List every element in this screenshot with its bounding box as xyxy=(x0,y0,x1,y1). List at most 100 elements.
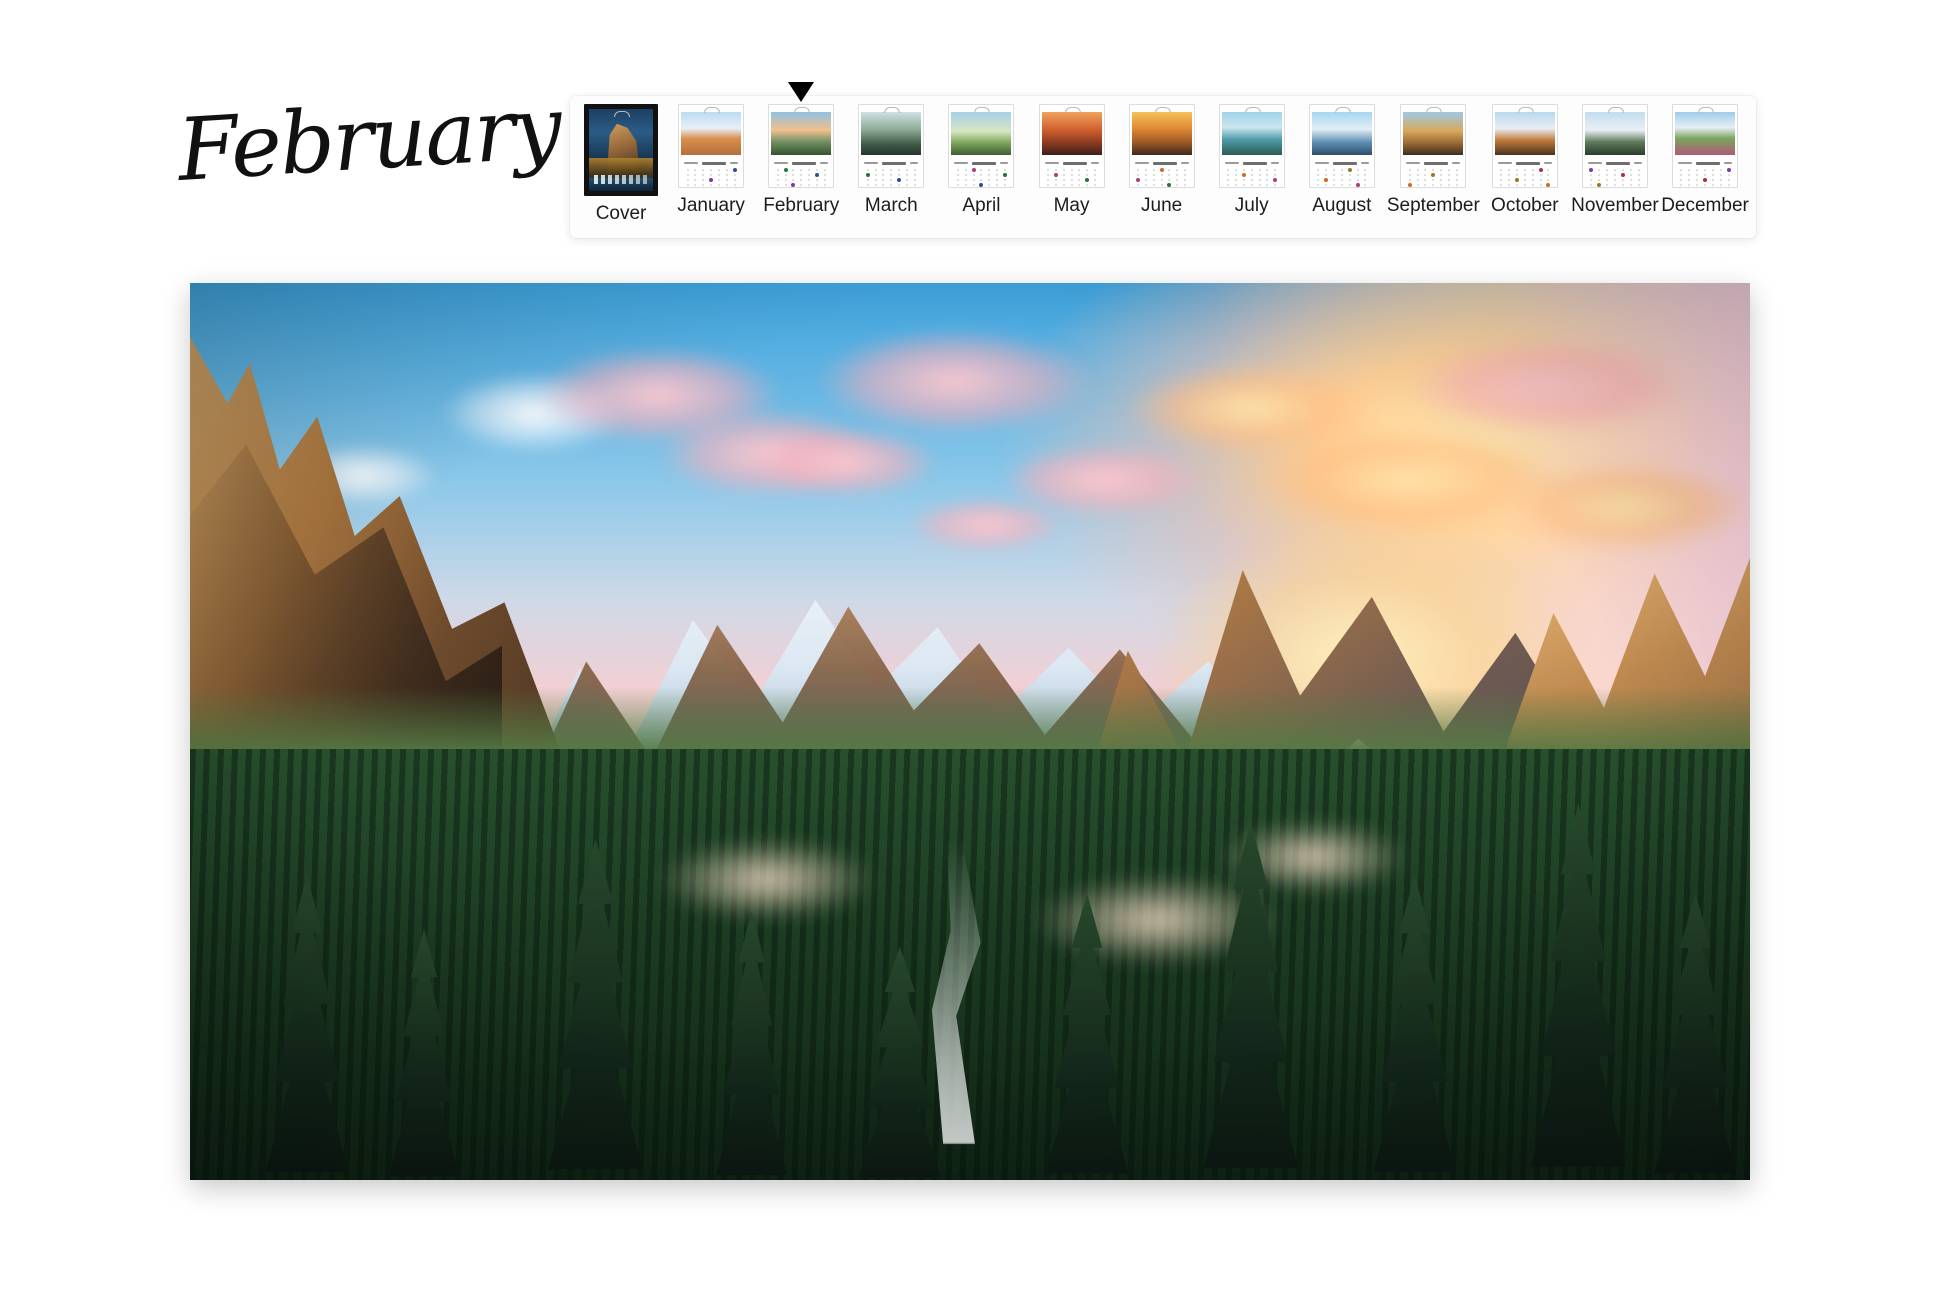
thumbnail-calendar-grid xyxy=(771,157,832,187)
thumbnail-calendar-grid xyxy=(1131,157,1192,187)
mini-day-cells xyxy=(1045,168,1099,187)
thumbnail-image xyxy=(1218,104,1285,188)
thumbnail-photo xyxy=(1494,112,1555,155)
thumbnail-may[interactable]: May xyxy=(1026,104,1116,238)
thumbnail-photo xyxy=(1131,112,1192,155)
mini-month-label xyxy=(954,162,969,164)
mini-year-label xyxy=(1724,162,1733,164)
thumbnail-label: August xyxy=(1312,195,1372,216)
mini-year-label xyxy=(820,162,829,164)
thumbnail-calendar-grid xyxy=(1041,157,1102,186)
mini-year-label xyxy=(1633,162,1642,164)
thumbnail-february[interactable]: February xyxy=(756,82,846,238)
thumbnail-label: January xyxy=(677,195,745,216)
thumbnail-cover[interactable]: Cover xyxy=(576,104,666,238)
mini-year-label xyxy=(730,162,739,164)
thumbnail-march[interactable]: March xyxy=(846,104,936,238)
thumbnail-image xyxy=(1308,104,1375,188)
mini-script-label xyxy=(1062,161,1087,165)
hero-image xyxy=(190,283,1750,1180)
thumbnail-calendar-grid xyxy=(861,157,922,186)
mini-month-label xyxy=(1406,162,1421,164)
hero-image-frame[interactable] xyxy=(190,283,1750,1180)
thumbnail-label: November xyxy=(1571,195,1659,216)
thumbnail-label: March xyxy=(864,195,918,216)
thumbnail-image xyxy=(1400,104,1467,188)
page-title: February xyxy=(174,77,563,201)
mini-year-label xyxy=(1543,162,1552,164)
cover-artwork xyxy=(589,109,654,191)
selection-pointer-icon xyxy=(788,82,815,102)
mini-month-label xyxy=(1134,162,1149,164)
thumbnail-april[interactable]: April xyxy=(936,104,1026,238)
mini-month-label xyxy=(864,162,879,164)
thumbnail-label: June xyxy=(1141,195,1183,216)
cover-signature-text xyxy=(594,174,648,184)
thumbnail-calendar-grid xyxy=(681,157,742,186)
cloud xyxy=(814,327,1095,436)
mini-day-cells xyxy=(1678,168,1732,187)
thumbnail-photo xyxy=(861,112,922,155)
thumbnail-august[interactable]: August xyxy=(1297,104,1387,238)
thumbnail-photo xyxy=(951,112,1012,155)
thumbnail-image xyxy=(768,104,835,188)
thumbnail-september[interactable]: September xyxy=(1387,104,1480,238)
thumbnail-label: October xyxy=(1491,195,1559,216)
mini-day-cells xyxy=(864,168,918,187)
thumbnail-july[interactable]: July xyxy=(1207,104,1297,238)
thumbnail-october[interactable]: October xyxy=(1480,104,1570,238)
thumbnail-image xyxy=(1038,104,1105,188)
mini-script-label xyxy=(1424,161,1449,165)
mini-script-label xyxy=(1152,161,1177,165)
thumbnail-photo xyxy=(681,112,742,155)
thumbnail-december[interactable]: December xyxy=(1660,104,1750,238)
thumbnail-label: February xyxy=(763,195,840,216)
mini-script-label xyxy=(882,161,907,165)
thumbnail-image xyxy=(584,104,659,196)
mini-month-label xyxy=(684,162,699,164)
thumbnail-photo xyxy=(1311,112,1372,155)
thumbnail-photo xyxy=(771,112,832,155)
mini-day-cells xyxy=(954,168,1008,187)
mini-month-label xyxy=(1224,162,1239,164)
mini-day-cells xyxy=(1315,168,1369,187)
mini-day-cells xyxy=(1225,168,1279,187)
mini-year-label xyxy=(910,162,919,164)
thumbnail-calendar-grid xyxy=(1494,157,1555,187)
mini-month-label xyxy=(1314,162,1329,164)
thumbnail-image xyxy=(1128,104,1195,188)
thumbnail-calendar-grid xyxy=(951,157,1012,187)
thumbnail-photo xyxy=(1041,112,1102,155)
mini-script-label xyxy=(1605,161,1630,165)
thumbnail-photo xyxy=(1221,112,1282,155)
mini-script-label xyxy=(792,161,817,165)
mini-month-label xyxy=(1497,162,1512,164)
mini-script-label xyxy=(1332,161,1357,165)
mini-script-label xyxy=(1242,161,1267,165)
thumbnail-image xyxy=(948,104,1015,188)
thumbnail-january[interactable]: January xyxy=(666,104,756,238)
mini-year-label xyxy=(1360,162,1369,164)
thumbnail-image xyxy=(858,104,925,188)
mini-script-label xyxy=(1696,161,1721,165)
mini-day-cells xyxy=(1406,168,1460,187)
thumbnail-calendar-grid xyxy=(1675,157,1736,186)
mini-month-label xyxy=(1678,162,1693,164)
cloud xyxy=(751,426,939,499)
mini-year-label xyxy=(1452,162,1461,164)
thumbnail-label: May xyxy=(1053,195,1090,216)
thumbnail-november[interactable]: November xyxy=(1570,104,1660,238)
thumbnail-label: September xyxy=(1386,195,1480,216)
thumbnail-label: July xyxy=(1234,195,1269,216)
thumbnail-label: Cover xyxy=(595,203,647,224)
cloud xyxy=(907,498,1064,553)
thumbnail-calendar-grid xyxy=(1584,157,1645,187)
thumbnail-strip[interactable]: Cover January February March April May June Jul… xyxy=(570,82,1756,238)
mini-day-cells xyxy=(774,168,828,187)
thumbnail-june[interactable]: June xyxy=(1117,104,1207,238)
mini-month-label xyxy=(1044,162,1059,164)
mini-day-cells xyxy=(1498,168,1552,187)
mini-year-label xyxy=(1270,162,1279,164)
thumbnail-calendar-grid xyxy=(1403,157,1464,187)
mini-year-label xyxy=(1000,162,1009,164)
